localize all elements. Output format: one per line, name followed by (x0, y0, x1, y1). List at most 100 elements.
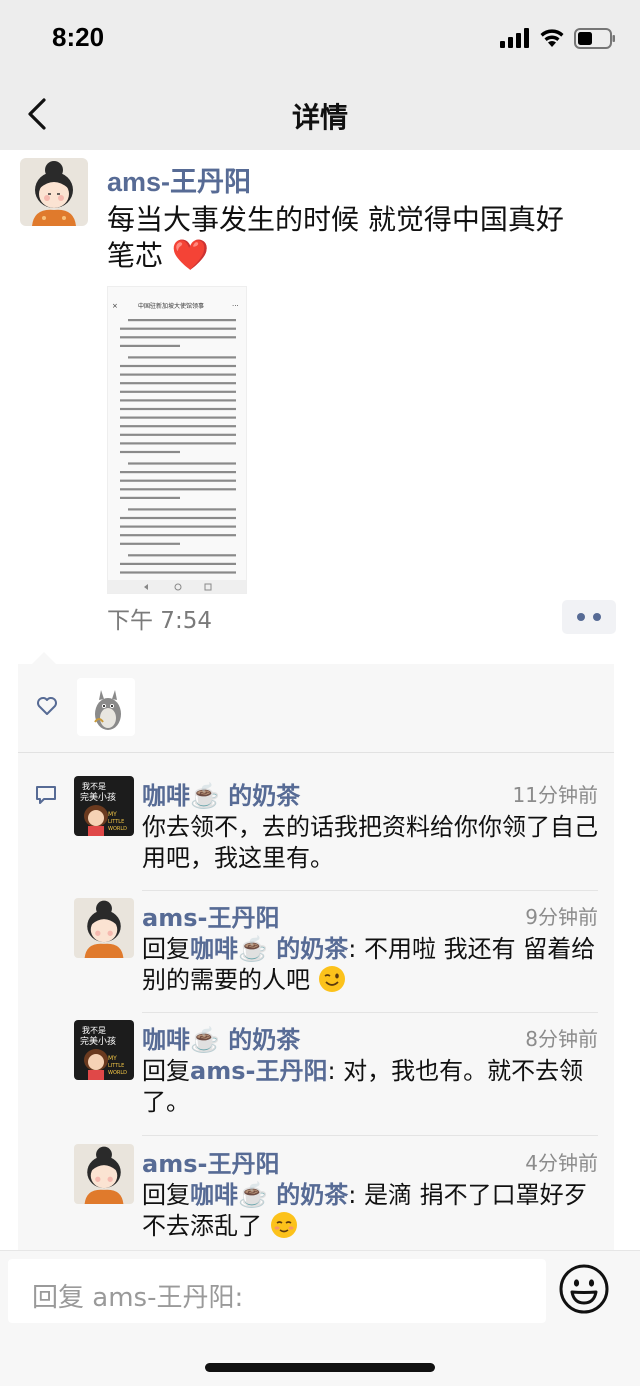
thumbnail-text-line (120, 327, 236, 330)
post-image[interactable]: 中国驻新加坡大使馆领事 × ··· (107, 286, 247, 594)
nav-bar: 详情 (0, 78, 640, 150)
thumbnail-text-line (120, 479, 236, 482)
thumbnail-text-line (120, 488, 236, 491)
thumbnail-text-line (120, 542, 180, 545)
comment-time: 4分钟前 (525, 1151, 598, 1175)
reply-target[interactable]: ams-王丹阳 (190, 1057, 327, 1085)
svg-text:LITTLE: LITTLE (108, 819, 124, 825)
blush-emoji-icon (270, 1212, 297, 1238)
thumbnail-text-line (128, 554, 236, 557)
more-button[interactable] (562, 600, 616, 634)
svg-text:完美小孩: 完美小孩 (80, 791, 116, 803)
post-time: 下午 7:54 (107, 608, 212, 634)
svg-text:我不是: 我不是 (82, 1025, 106, 1035)
comment-time: 8分钟前 (525, 1027, 598, 1051)
svg-text:×: × (112, 302, 118, 310)
thumbnail-text-line (120, 364, 236, 368)
svg-text:WORLD: WORLD (108, 1070, 127, 1076)
comment-author[interactable]: ams-王丹阳 (142, 898, 279, 933)
comment-text: 回复咖啡☕️ 的奶茶: 是滴 捐不了口罩好歹不去添乱了 (142, 1180, 598, 1242)
thumbnail-text-line (120, 442, 236, 445)
thumbnail-text-line (120, 344, 180, 347)
svg-text:我不是: 我不是 (82, 781, 106, 791)
thumbnail-text-line (120, 390, 236, 393)
status-time: 8:20 (52, 22, 105, 52)
svg-text:MY: MY (108, 811, 117, 818)
comment-text: 你去领不，去的话我把资料给你你领了自己用吧，我这里有。 (142, 813, 598, 872)
thumbnail-text-line (120, 450, 180, 454)
post-author-name[interactable]: ams-王丹阳 (107, 160, 251, 199)
thumbnail-text-line (120, 433, 236, 436)
thumbnail-text-line (120, 336, 236, 339)
svg-text:LITTLE: LITTLE (108, 1063, 124, 1069)
reply-bar: 回复 ams-王丹阳: (0, 1250, 640, 1386)
more-dots-icon-dot2 (593, 613, 601, 621)
like-user-avatar[interactable] (77, 678, 135, 736)
panel-divider (18, 752, 614, 753)
more-dots-icon (577, 613, 585, 621)
signal-icon (500, 28, 529, 48)
home-indicator (205, 1363, 435, 1372)
thumbnail-text-line (120, 471, 236, 474)
comment-item[interactable]: ams-王丹阳 9分钟前 回复咖啡☕️ 的奶茶: 不用啦 我还有 留着给别的需要… (74, 898, 598, 1008)
post-author-avatar[interactable] (20, 158, 88, 226)
thumbnail-text-line (120, 496, 180, 499)
thumbnail-text-line (120, 534, 236, 537)
reply-target[interactable]: 咖啡☕️ 的奶茶 (190, 935, 348, 963)
thumbnail-text-line (120, 525, 236, 528)
panel-arrow (32, 652, 56, 664)
comment-avatar[interactable] (74, 1144, 134, 1204)
comment-author[interactable]: ams-王丹阳 (142, 1144, 279, 1179)
reply-word: 回复 (142, 1181, 190, 1209)
smiley-icon[interactable] (558, 1263, 610, 1315)
thumbnail-text-line (120, 399, 236, 402)
svg-text:···: ··· (232, 302, 239, 310)
comment-text: 回复咖啡☕️ 的奶茶: 不用啦 我还有 留着给别的需要的人吧 (142, 934, 598, 996)
comment-text: 回复ams-王丹阳: 对，我也有。就不去领了。 (142, 1056, 598, 1118)
heart-emoji: ❤️ (171, 238, 210, 273)
thumbnail-text-line (128, 462, 236, 465)
thumbnail-text-line (120, 382, 236, 385)
wifi-icon (540, 29, 564, 47)
wink-emoji-icon (318, 966, 345, 992)
thumbnail-text-line (120, 416, 236, 419)
thumbnail-text-line (120, 516, 236, 520)
comment-author[interactable]: 咖啡☕️ 的奶茶 (142, 776, 300, 811)
comment-avatar[interactable] (74, 898, 134, 958)
status-bar: 8:20 (0, 0, 640, 78)
battery-icon (574, 28, 615, 49)
post-text-line1: 每当大事发生的时候 就觉得中国真好 (107, 203, 564, 236)
comment-time: 11分钟前 (512, 783, 598, 807)
svg-text:完美小孩: 完美小孩 (80, 1035, 116, 1047)
post-image-title: 中国驻新加坡大使馆领事 (138, 302, 204, 310)
svg-text:WORLD: WORLD (108, 826, 127, 832)
comment-icon (36, 786, 56, 804)
thumbnail-text-line (120, 571, 236, 574)
thumbnail-text-line (120, 425, 236, 428)
thumbnail-text-line (128, 356, 236, 359)
svg-text:MY: MY (108, 1055, 117, 1062)
comment-time: 9分钟前 (525, 905, 598, 929)
thumbnail-text-line (128, 508, 236, 511)
comment-avatar[interactable]: 我不是 完美小孩 MY LITTLE WORLD (74, 776, 134, 836)
thumbnail-text-line (128, 319, 236, 322)
thumbnail-text-line (120, 407, 236, 411)
comment-item[interactable]: ams-王丹阳 4分钟前 回复咖啡☕️ 的奶茶: 是滴 捐不了口罩好歹不去添乱了 (74, 1144, 598, 1248)
reply-target[interactable]: 咖啡☕️ 的奶茶 (190, 1181, 348, 1209)
post-text-line2: 笔芯 (107, 239, 164, 272)
reply-word: 回复 (142, 1057, 190, 1085)
heart-outline-icon (37, 697, 57, 715)
comment-separator (142, 890, 598, 891)
page-title: 详情 (291, 101, 348, 134)
post-text: 每当大事发生的时候 就觉得中国真好 笔芯 ❤️ (107, 202, 617, 274)
reply-input[interactable]: 回复 ams-王丹阳: (8, 1259, 546, 1323)
comment-item[interactable]: 我不是 完美小孩 MY LITTLE WORLD 咖啡☕️ 的奶茶 11分钟前 … (74, 776, 598, 886)
comment-item[interactable]: 我不是 完美小孩 MY LITTLE WORLD 咖啡☕️ 的奶茶 8分钟前 回… (74, 1020, 598, 1130)
comment-separator (142, 1012, 598, 1013)
comment-separator (142, 1135, 598, 1136)
thumbnail-text-line (120, 562, 236, 565)
thumbnail-text-line (120, 373, 236, 376)
comment-avatar[interactable]: 我不是 完美小孩 MY LITTLE WORLD (74, 1020, 134, 1080)
reply-word: 回复 (142, 935, 190, 963)
comment-author[interactable]: 咖啡☕️ 的奶茶 (142, 1020, 300, 1055)
